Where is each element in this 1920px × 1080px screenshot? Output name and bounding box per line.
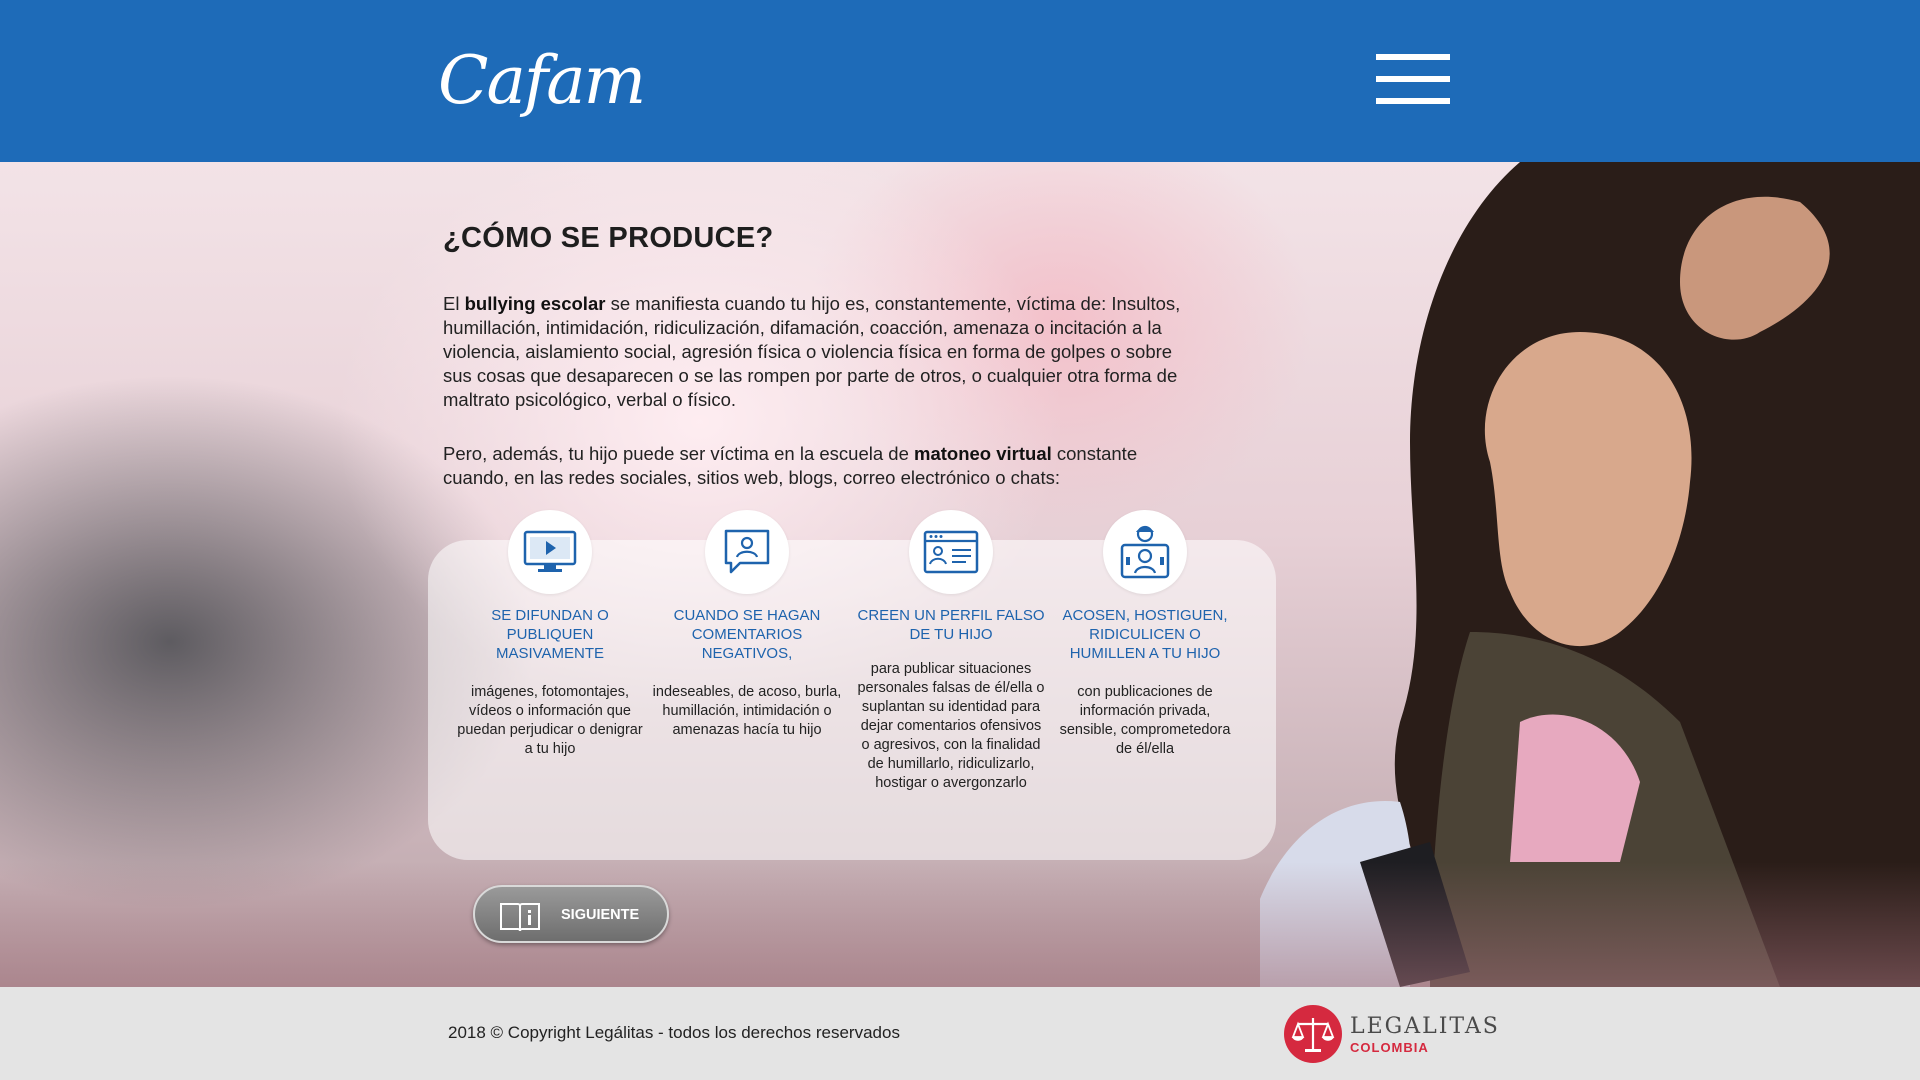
legalitas-country: COLOMBIA (1350, 1040, 1429, 1055)
card-text: con publicaciones de información privada… (1059, 684, 1231, 757)
card-title: SE DIFUNDAN O PUBLIQUEN MASIVAMENTE (491, 607, 609, 662)
card-title: CUANDO SE HAGAN COMENTARIOS NEGATIVOS, (673, 607, 821, 662)
page-title: ¿CÓMO SE PRODUCE? (443, 222, 774, 254)
card-title: CREEN UN PERFIL FALSO DE TU HIJO (857, 607, 1045, 643)
site-header: Cafam (0, 0, 1920, 162)
card-text: indeseables, de acoso, burla, humillació… (652, 684, 842, 738)
card-text: imágenes, fotomontajes, vídeos o informa… (457, 684, 643, 757)
bullying-term: bullying escolar (464, 293, 606, 314)
hamburger-menu-icon[interactable] (1376, 52, 1450, 108)
virtual-bullying-paragraph: Pero, además, tu hijo puede ser víctima … (443, 443, 1138, 488)
video-screen-icon (508, 510, 592, 594)
logo-text: Cafam (438, 42, 646, 119)
fake-profile-icon (909, 510, 993, 594)
scales-of-justice-icon (1284, 1005, 1342, 1063)
comment-profile-icon (705, 510, 789, 594)
card-harassment: ACOSEN, HOSTIGUEN, RIDICULICEN O HUMILLE… (1050, 510, 1240, 759)
intro-paragraph: El bullying escolar se manifiesta cuando… (443, 293, 1181, 410)
card-fake-profile: CREEN UN PERFIL FALSO DE TU HIJO para pu… (856, 510, 1046, 793)
next-button-label: SIGUIENTE (561, 907, 640, 923)
virtual-bullying-term: matoneo virtual (914, 443, 1052, 464)
card-text: para publicar situaciones personales fal… (857, 661, 1045, 791)
harassment-users-icon (1103, 510, 1187, 594)
card-negative-comments: CUANDO SE HAGAN COMENTARIOS NEGATIVOS, i… (652, 510, 842, 740)
card-spread-massively: SE DIFUNDAN O PUBLIQUEN MASIVAMENTE imág… (455, 510, 645, 759)
site-footer (0, 987, 1920, 1080)
book-info-icon (500, 903, 540, 932)
card-title: ACOSEN, HOSTIGUEN, RIDICULICEN O HUMILLE… (1062, 607, 1228, 662)
legalitas-name: LEGALITAS (1350, 1014, 1500, 1039)
legalitas-logo[interactable]: LEGALITAS COLOMBIA (1284, 1005, 1498, 1065)
copyright-text: 2018 © Copyright Legálitas - todos los d… (448, 1023, 900, 1042)
cafam-logo[interactable]: Cafam (438, 40, 646, 130)
next-button[interactable]: SIGUIENTE (473, 885, 669, 943)
